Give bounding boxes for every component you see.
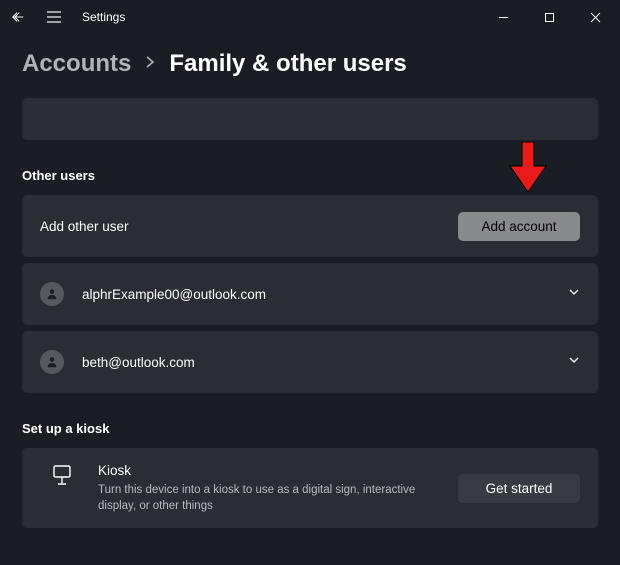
breadcrumb-current: Family & other users [169, 50, 406, 78]
chevron-down-icon [568, 285, 580, 303]
close-button[interactable] [572, 2, 618, 32]
user-row[interactable]: alphrExample00@outlook.com [22, 263, 598, 325]
section-heading-other-users: Other users [22, 168, 598, 183]
breadcrumb: Accounts Family & other users [0, 34, 620, 86]
minimize-button[interactable] [480, 2, 526, 32]
window-title: Settings [82, 10, 125, 24]
kiosk-description: Turn this device into a kiosk to use as … [98, 482, 438, 514]
user-email: alphrExample00@outlook.com [82, 287, 266, 302]
person-icon [45, 287, 59, 301]
user-email: beth@outlook.com [82, 355, 195, 370]
chevron-down-icon [568, 353, 580, 371]
back-button[interactable] [2, 2, 34, 32]
section-heading-kiosk: Set up a kiosk [22, 421, 598, 436]
add-account-button[interactable]: Add account [458, 212, 580, 241]
card-placeholder [22, 98, 598, 140]
kiosk-row: Kiosk Turn this device into a kiosk to u… [22, 448, 598, 528]
person-icon [45, 355, 59, 369]
user-row[interactable]: beth@outlook.com [22, 331, 598, 393]
maximize-button[interactable] [526, 2, 572, 32]
get-started-button[interactable]: Get started [458, 474, 580, 503]
title-bar: Settings [0, 0, 620, 34]
arrow-left-icon [11, 10, 25, 24]
chevron-right-icon [145, 55, 155, 74]
maximize-icon [544, 12, 555, 23]
menu-button[interactable] [38, 2, 70, 32]
hamburger-icon [46, 10, 62, 24]
add-other-user-label: Add other user [40, 219, 129, 234]
kiosk-title: Kiosk [98, 462, 438, 481]
add-other-user-row: Add other user Add account [22, 195, 598, 257]
minimize-icon [498, 12, 509, 23]
user-avatar-icon [40, 350, 64, 374]
kiosk-icon [50, 462, 74, 486]
user-avatar-icon [40, 282, 64, 306]
breadcrumb-parent[interactable]: Accounts [22, 50, 131, 78]
close-icon [590, 12, 601, 23]
